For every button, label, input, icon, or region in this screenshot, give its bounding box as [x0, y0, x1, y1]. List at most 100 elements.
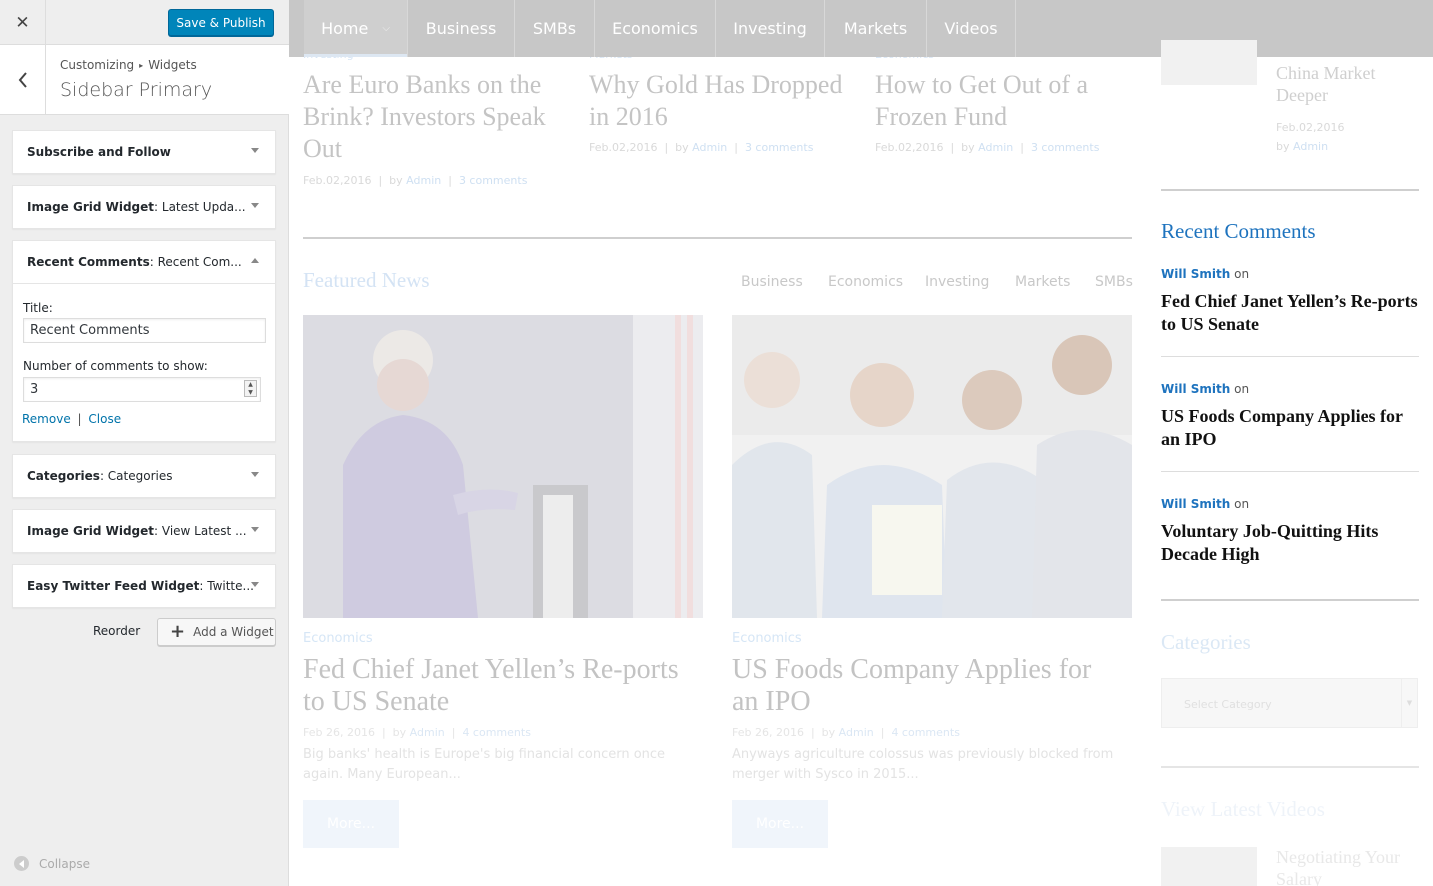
post-comments[interactable]: 4 comments — [891, 726, 960, 739]
nav-videos[interactable]: Videos — [927, 0, 1016, 57]
more-button[interactable]: More... — [732, 800, 828, 848]
featured-tab[interactable]: Economics — [828, 274, 903, 290]
post-meta: Feb 26, 2016 | by Admin | 4 comments — [303, 726, 531, 739]
post-date: Feb 26, 2016 — [732, 726, 804, 739]
article-author[interactable]: Admin — [406, 174, 441, 187]
featured-tab[interactable]: Investing — [925, 274, 989, 290]
nav-economics[interactable]: Economics — [595, 0, 716, 57]
caret-down-icon[interactable] — [251, 148, 259, 153]
main-nav: Home ⌵ Business SMBs Economics Investing … — [289, 0, 1433, 57]
article-title[interactable]: Are Euro Banks on the Brink? Investors S… — [303, 69, 563, 165]
add-widget-button[interactable]: + Add a Widget — [157, 618, 276, 646]
featured-image-usfoods[interactable] — [732, 315, 1132, 618]
article-comments[interactable]: 3 comments — [1031, 141, 1100, 154]
sidebar-thumbnail[interactable] — [1161, 40, 1257, 85]
collapse-button[interactable]: Collapse — [14, 856, 90, 871]
widget-title: : Latest Upda... — [154, 200, 246, 214]
post-category[interactable]: Economics — [732, 631, 802, 646]
spinner-icon[interactable]: ▲ ▼ — [244, 380, 257, 397]
sidebar-divider — [1161, 766, 1419, 768]
customizer-header: ✕ Save & Publish — [0, 0, 289, 45]
post-date: Feb 26, 2016 — [303, 726, 375, 739]
widget-image-grid-latest[interactable]: Image Grid Widget: Latest Upda... — [12, 185, 276, 229]
comment-post-title[interactable]: Fed Chief Janet Yellen’s Re-ports to US … — [1161, 290, 1419, 336]
nav-home[interactable]: Home ⌵ — [304, 0, 408, 57]
article-meta: Feb.02,2016 | by Admin | 3 comments — [589, 141, 814, 154]
save-publish-button[interactable]: Save & Publish — [168, 9, 274, 36]
comment-author-line: Will Smith on — [1161, 382, 1249, 396]
widget-image-grid-videos[interactable]: Image Grid Widget: View Latest ... — [12, 509, 276, 553]
post-category[interactable]: Economics — [303, 631, 373, 646]
count-input[interactable] — [23, 377, 261, 402]
nav-markets[interactable]: Markets — [825, 0, 927, 57]
breadcrumb: Customizing ▸ Widgets — [60, 58, 197, 72]
comment-author-line: Will Smith on — [1161, 497, 1249, 511]
widget-header[interactable]: Recent Comments: Recent Com... — [13, 241, 275, 283]
widget-twitter-feed[interactable]: Easy Twitter Feed Widget: Twitte... — [12, 564, 276, 608]
comment-author[interactable]: Will Smith — [1161, 497, 1230, 511]
widget-header[interactable]: Image Grid Widget: Latest Upda... — [13, 186, 275, 228]
post-by: by — [821, 726, 836, 739]
category-select[interactable]: Select Category ▼ — [1161, 678, 1418, 728]
article-author[interactable]: Admin — [692, 141, 727, 154]
article-title[interactable]: Why Gold Has Dropped in 2016 — [589, 69, 849, 133]
caret-down-icon[interactable] — [251, 582, 259, 587]
widget-header[interactable]: Image Grid Widget: View Latest ... — [13, 510, 275, 552]
featured-tab[interactable]: SMBs — [1095, 274, 1133, 290]
videos-heading: View Latest Videos — [1161, 797, 1325, 821]
featured-tab[interactable]: Markets — [1015, 274, 1070, 290]
caret-down-icon[interactable] — [251, 203, 259, 208]
site-preview: Investing Are Euro Banks on the Brink? I… — [289, 0, 1433, 886]
widget-categories[interactable]: Categories: Categories — [12, 454, 276, 498]
widget-header[interactable]: Subscribe and Follow — [13, 131, 275, 173]
post-title[interactable]: Fed Chief Janet Yellen’s Re-ports to US … — [303, 654, 683, 718]
caret-down-icon[interactable] — [251, 472, 259, 477]
comment-post-title[interactable]: Voluntary Job-Quitting Hits Decade High — [1161, 520, 1419, 566]
comment-on: on — [1234, 382, 1250, 396]
more-button[interactable]: More... — [303, 800, 399, 848]
post-author[interactable]: Admin — [839, 726, 874, 739]
featured-heading: Featured News — [303, 268, 430, 292]
widget-subscribe-follow[interactable]: Subscribe and Follow — [12, 130, 276, 174]
back-arrow-icon[interactable] — [0, 45, 46, 115]
widget-type: Image Grid Widget — [27, 524, 155, 538]
article-comments[interactable]: 3 comments — [745, 141, 814, 154]
article-date: Feb.02,2016 — [875, 141, 944, 154]
chevron-down-icon: ⌵ — [382, 23, 390, 34]
nav-smbs[interactable]: SMBs — [515, 0, 595, 57]
sidebar-post-title[interactable]: China Market Deeper — [1276, 62, 1416, 106]
caret-down-icon[interactable] — [251, 527, 259, 532]
post-title[interactable]: US Foods Company Applies for an IPO — [732, 654, 1122, 718]
close-icon[interactable]: ✕ — [0, 0, 46, 45]
nav-label: Investing — [733, 19, 807, 38]
featured-tab[interactable]: Business — [741, 274, 803, 290]
section-title: Sidebar Primary — [60, 79, 213, 101]
nav-business[interactable]: Business — [408, 0, 515, 57]
article-author[interactable]: Admin — [978, 141, 1013, 154]
widget-header[interactable]: Easy Twitter Feed Widget: Twitte... — [13, 565, 275, 607]
count-stepper[interactable]: ▲▼ — [23, 377, 261, 402]
nav-investing[interactable]: Investing — [716, 0, 825, 57]
add-widget-label: Add a Widget — [193, 625, 274, 639]
title-input[interactable] — [23, 318, 266, 343]
article-comments[interactable]: 3 comments — [459, 174, 528, 187]
comment-author-line: Will Smith on — [1161, 267, 1249, 281]
sidebar-post-author[interactable]: Admin — [1293, 140, 1328, 153]
comment-post-title[interactable]: US Foods Company Applies for an IPO — [1161, 405, 1419, 451]
video-title[interactable]: Negotiating Your Salary — [1276, 846, 1416, 886]
recent-comments-heading: Recent Comments — [1161, 219, 1316, 243]
post-author[interactable]: Admin — [410, 726, 445, 739]
remove-link[interactable]: Remove — [22, 412, 71, 426]
reorder-link[interactable]: Reorder — [93, 624, 140, 638]
post-comments[interactable]: 4 comments — [462, 726, 531, 739]
widget-header[interactable]: Categories: Categories — [13, 455, 275, 497]
close-link[interactable]: Close — [88, 412, 121, 426]
article-title[interactable]: How to Get Out of a Frozen Fund — [875, 69, 1135, 133]
featured-image-yellen[interactable] — [303, 315, 703, 618]
comment-author[interactable]: Will Smith — [1161, 267, 1230, 281]
video-thumbnail[interactable] — [1161, 847, 1257, 886]
caret-up-icon[interactable] — [251, 258, 259, 263]
comment-author[interactable]: Will Smith — [1161, 382, 1230, 396]
breadcrumb-root: Customizing — [60, 58, 135, 72]
breadcrumb-child: Widgets — [148, 58, 197, 72]
